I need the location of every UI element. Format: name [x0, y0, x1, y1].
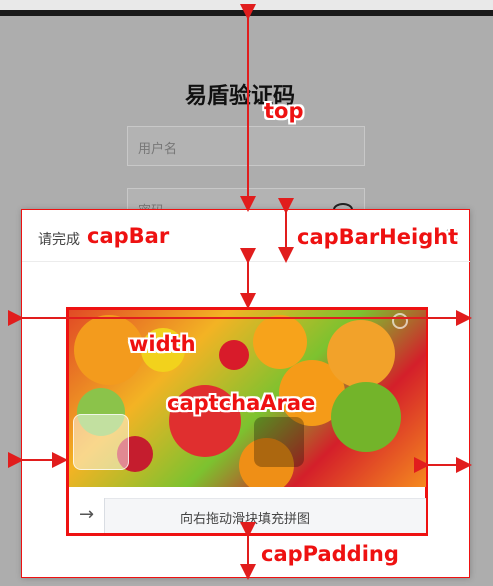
annotation-top: top	[264, 99, 304, 123]
annotation-capbarheight: capBarHeight	[297, 225, 459, 249]
annotation-cappadding: capPadding	[261, 542, 399, 566]
annotation-capbar: capBar	[87, 224, 170, 248]
annotation-captcha-area: captchaArae	[167, 391, 316, 415]
annotation-width: width	[129, 332, 196, 356]
annotation-lines	[8, 4, 472, 580]
